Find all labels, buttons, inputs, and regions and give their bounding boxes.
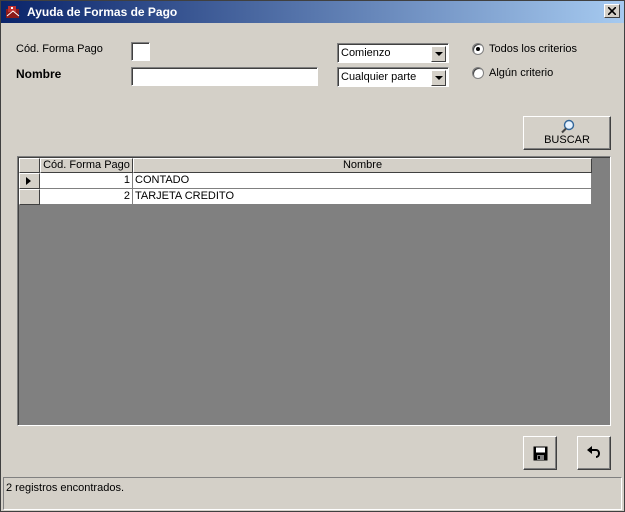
title-bar[interactable]: Ayuda de Formas de Pago bbox=[1, 1, 624, 23]
radio-all-criteria[interactable] bbox=[472, 43, 484, 55]
dialog-window: Ayuda de Formas de Pago Cód. Forma Pago … bbox=[0, 0, 625, 512]
status-bar: 2 registros encontrados. bbox=[3, 477, 622, 510]
chevron-down-icon[interactable] bbox=[431, 70, 446, 86]
undo-arrow-icon bbox=[587, 446, 600, 458]
header-corner bbox=[19, 158, 40, 173]
window-title: Ayuda de Formas de Pago bbox=[27, 5, 178, 19]
app-icon bbox=[5, 4, 21, 20]
code-match-value: Comienzo bbox=[341, 47, 391, 59]
chevron-down-icon[interactable] bbox=[431, 46, 446, 62]
status-text: 2 registros encontrados. bbox=[6, 482, 125, 494]
save-button[interactable] bbox=[523, 436, 557, 470]
close-icon bbox=[608, 7, 616, 15]
close-button[interactable] bbox=[604, 4, 620, 18]
results-grid[interactable]: Cód. Forma Pago Nombre 1 CONTADO 2 TARJE… bbox=[17, 156, 611, 426]
cell-code[interactable]: 1 bbox=[40, 173, 133, 189]
table-row[interactable]: 1 CONTADO bbox=[19, 173, 592, 189]
magnifier-icon bbox=[561, 119, 575, 134]
name-match-select[interactable]: Cualquier parte bbox=[337, 67, 449, 87]
column-header-code[interactable]: Cód. Forma Pago bbox=[40, 158, 133, 173]
column-header-name[interactable]: Nombre bbox=[133, 158, 592, 173]
radio-any-label[interactable]: Algún criterio bbox=[489, 67, 553, 79]
code-label: Cód. Forma Pago bbox=[16, 43, 103, 55]
row-indicator-arrow-icon bbox=[19, 173, 40, 189]
code-match-select[interactable]: Comienzo bbox=[337, 43, 449, 63]
name-input[interactable] bbox=[131, 67, 318, 86]
search-button[interactable]: BUSCAR bbox=[523, 116, 611, 150]
grid-header: Cód. Forma Pago Nombre bbox=[19, 158, 592, 173]
code-input[interactable] bbox=[131, 42, 150, 61]
radio-any-criteria[interactable] bbox=[472, 67, 484, 79]
search-button-label: BUSCAR bbox=[544, 134, 590, 146]
floppy-disk-icon bbox=[533, 446, 548, 461]
table-row[interactable]: 2 TARJETA CREDITO bbox=[19, 189, 592, 205]
cell-code[interactable]: 2 bbox=[40, 189, 133, 205]
cell-name[interactable]: TARJETA CREDITO bbox=[133, 189, 592, 205]
row-indicator bbox=[19, 189, 40, 205]
name-label: Nombre bbox=[16, 67, 62, 81]
cell-name[interactable]: CONTADO bbox=[133, 173, 592, 189]
name-match-value: Cualquier parte bbox=[341, 71, 417, 83]
radio-all-label[interactable]: Todos los criterios bbox=[489, 43, 577, 55]
undo-button[interactable] bbox=[577, 436, 611, 470]
